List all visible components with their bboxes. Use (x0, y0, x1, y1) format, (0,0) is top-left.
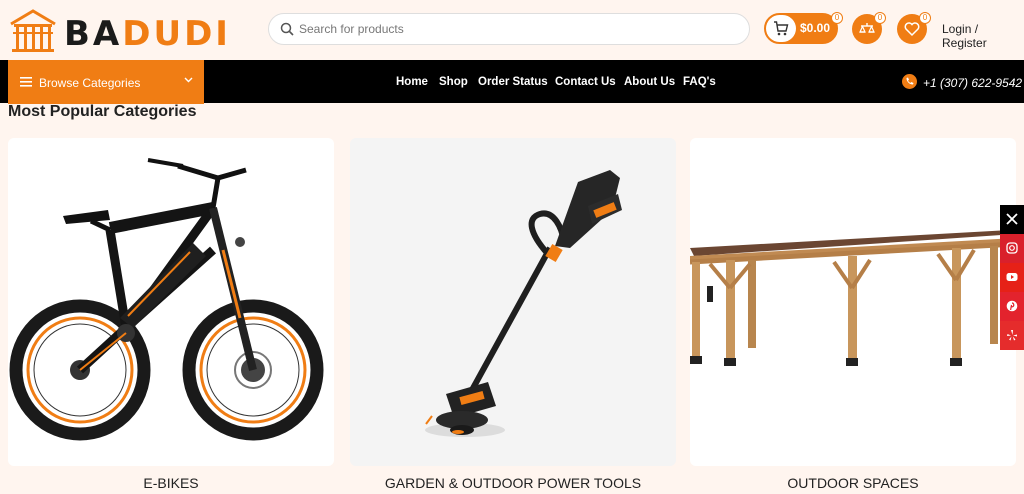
social-youtube-button[interactable] (1000, 263, 1024, 292)
cart-count-badge: 0 (831, 12, 843, 24)
header: BADUDI $0.00 0 0 (0, 0, 1024, 60)
pinterest-icon (1006, 300, 1018, 312)
nav-order-status[interactable]: Order Status (478, 76, 548, 88)
pergola-image (690, 230, 1016, 366)
cart-total: $0.00 (800, 21, 831, 35)
instagram-icon (1006, 242, 1018, 254)
category-label-e-bikes[interactable]: E-BIKES (8, 475, 334, 491)
cart-icon-wrap (766, 15, 796, 42)
compare-icon (859, 23, 875, 33)
chevron-down-icon (184, 77, 193, 83)
category-card-e-bikes[interactable] (8, 138, 334, 466)
hamburger-icon (20, 77, 32, 87)
nav-shop[interactable]: Shop (439, 76, 468, 88)
phone-number: +1 (307) 622-9542 (923, 76, 1023, 90)
search-bar[interactable] (268, 13, 750, 45)
browse-categories-label: Browse Categories (39, 76, 141, 90)
phone-icon (902, 74, 917, 89)
search-input[interactable] (299, 16, 739, 42)
search-icon (280, 22, 294, 36)
wishlist-count-badge: 0 (919, 12, 931, 24)
category-card-garden-tools[interactable] (350, 138, 676, 466)
social-x-button[interactable] (1000, 205, 1024, 234)
logo-text: BADUDI (64, 14, 231, 54)
nav-faqs[interactable]: FAQ's (683, 76, 716, 88)
logo[interactable]: BADUDI (8, 8, 253, 54)
pavilion-logo-icon (10, 9, 56, 52)
nav-about-us[interactable]: About Us (624, 76, 675, 88)
nav-contact-us[interactable]: Contact Us (555, 76, 616, 88)
cart-icon (774, 21, 789, 36)
string-trimmer-image (425, 170, 622, 437)
category-card-outdoor-spaces[interactable] (690, 138, 1016, 466)
e-bike-image (9, 158, 324, 441)
social-instagram-button[interactable] (1000, 234, 1024, 263)
compare-count-badge: 0 (874, 12, 886, 24)
nav-home[interactable]: Home (396, 76, 428, 88)
category-label-garden-tools[interactable]: GARDEN & OUTDOOR POWER TOOLS (350, 475, 676, 491)
logo-text-orange: DUDI (122, 14, 231, 54)
social-yelp-button[interactable] (1000, 321, 1024, 350)
cart-button[interactable]: $0.00 (764, 13, 838, 44)
yelp-icon (1007, 330, 1017, 341)
login-register-link[interactable]: Login / Register (942, 22, 1024, 50)
social-pinterest-button[interactable] (1000, 292, 1024, 321)
heart-icon (904, 22, 920, 37)
browse-categories-button[interactable]: Browse Categories (8, 60, 204, 104)
section-title: Most Popular Categories (8, 103, 197, 120)
category-label-outdoor-spaces[interactable]: OUTDOOR SPACES (690, 475, 1016, 491)
social-sidebar (1000, 205, 1024, 350)
youtube-icon (1006, 273, 1018, 281)
logo-text-dark: BA (64, 14, 123, 54)
x-icon (1006, 213, 1018, 225)
